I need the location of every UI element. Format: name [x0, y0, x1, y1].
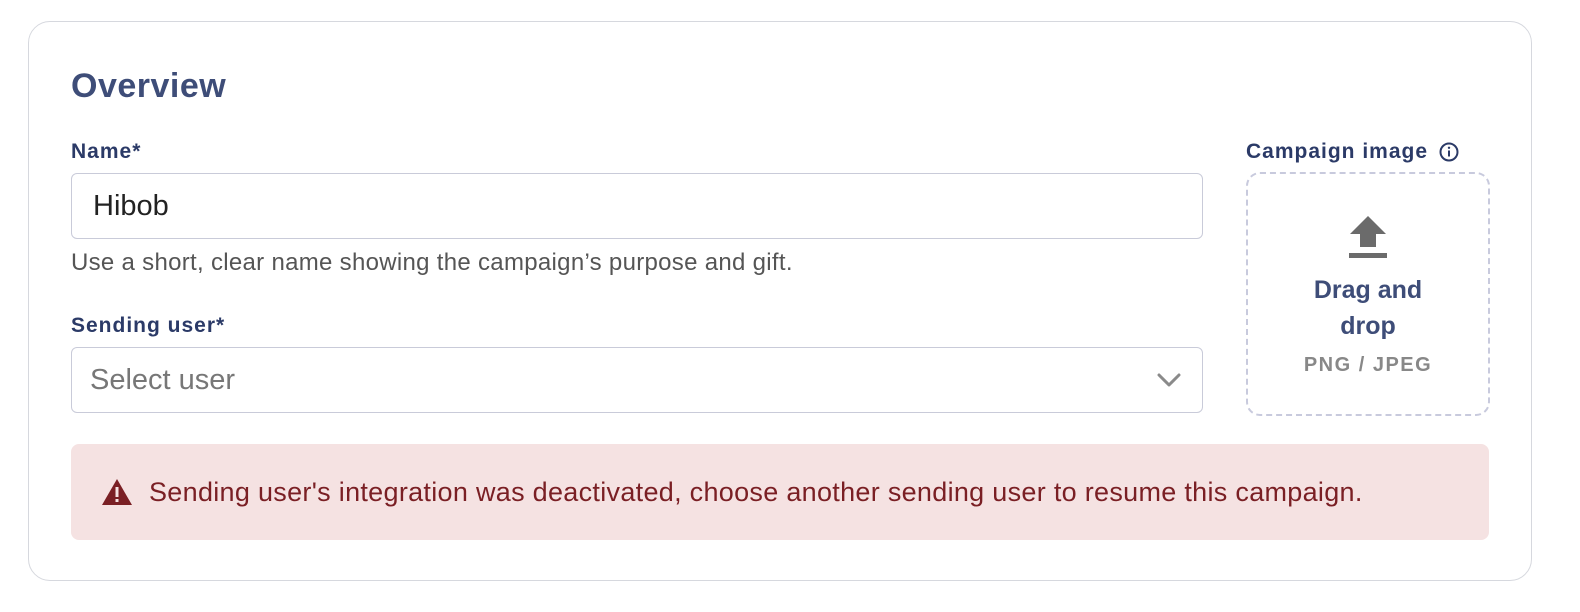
- section-title: Overview: [71, 67, 227, 105]
- info-icon[interactable]: [1438, 141, 1460, 163]
- deactivated-integration-alert: Sending user's integration was deactivat…: [71, 444, 1489, 540]
- sending-user-placeholder: Select user: [90, 363, 236, 396]
- chevron-down-icon: [1157, 373, 1181, 387]
- name-helper-text: Use a short, clear name showing the camp…: [71, 249, 793, 276]
- campaign-image-label-row: Campaign image: [1246, 140, 1460, 164]
- name-label: Name*: [71, 140, 142, 163]
- alert-message: Sending user's integration was deactivat…: [149, 476, 1363, 507]
- dropzone-title: Drag and drop: [1313, 276, 1423, 340]
- sending-user-label: Sending user*: [71, 314, 226, 337]
- image-dropzone[interactable]: Drag and drop PNG / JPEG: [1246, 172, 1490, 416]
- campaign-image-label: Campaign image: [1246, 140, 1429, 163]
- warning-icon: [102, 479, 132, 505]
- name-input[interactable]: [71, 173, 1203, 239]
- upload-icon: [1349, 216, 1387, 258]
- dropzone-formats: PNG / JPEG: [1303, 354, 1433, 376]
- sending-user-select[interactable]: Select user: [71, 347, 1203, 413]
- overview-card: Overview Name* Use a short, clear name s…: [28, 21, 1532, 581]
